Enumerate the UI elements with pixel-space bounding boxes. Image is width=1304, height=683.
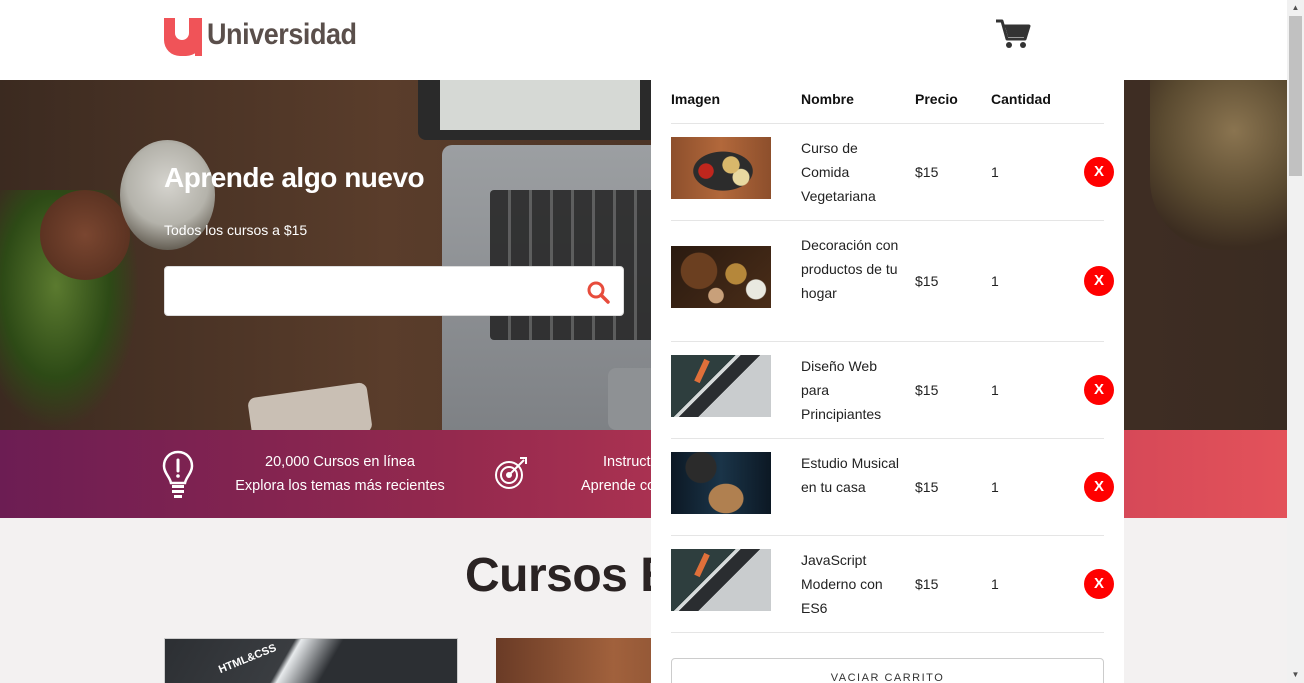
cart-item-quantity: 1 — [991, 382, 999, 398]
course-card-image[interactable]: HTML&CSS — [164, 638, 458, 683]
cart-item-image — [671, 355, 771, 417]
cart-item-name: Curso de Comida Vegetariana — [801, 140, 876, 204]
feature-courses-title: 20,000 Cursos en línea — [265, 454, 415, 470]
shopping-cart-icon[interactable] — [995, 18, 1031, 50]
logo-mark-icon — [164, 18, 202, 56]
cart-item-name: Decoración con productos de tu hogar — [801, 237, 899, 301]
cart-header-name: Nombre — [801, 91, 854, 107]
target-icon — [495, 457, 527, 489]
logo-text: Universidad — [207, 18, 357, 51]
feature-instructors-text: Aprende co — [581, 478, 656, 494]
cart-item-quantity: 1 — [991, 273, 999, 289]
book-decoration — [247, 381, 373, 430]
divider — [671, 220, 1104, 221]
cart-item-price: $15 — [915, 576, 939, 592]
cart-item-image — [671, 549, 771, 611]
cart-item-image — [671, 452, 771, 514]
scrollbar-thumb[interactable] — [1289, 16, 1302, 176]
cart-item-name: JavaScript Moderno con ES6 — [801, 552, 883, 616]
remove-item-button[interactable]: X — [1084, 266, 1114, 296]
search-box — [164, 266, 624, 316]
remove-item-button[interactable]: X — [1084, 569, 1114, 599]
site-header: Universidad — [0, 0, 1287, 80]
keyboard-decoration — [490, 190, 660, 340]
course-card-badge: HTML&CSS — [216, 641, 279, 677]
lightbulb-icon — [162, 450, 194, 498]
logo[interactable]: Universidad — [164, 18, 373, 58]
hero-title: Aprende algo nuevo — [164, 162, 425, 193]
remove-item-button[interactable]: X — [1084, 472, 1114, 502]
cart-item-quantity: 1 — [991, 479, 999, 495]
cart-header-quantity: Cantidad — [991, 91, 1051, 107]
cart-item-price: $15 — [915, 164, 939, 180]
pot-decoration — [40, 190, 130, 280]
cart-item-price: $15 — [915, 479, 939, 495]
scroll-up-icon[interactable]: ▲ — [1287, 0, 1304, 16]
divider — [671, 341, 1104, 342]
divider — [671, 535, 1104, 536]
cart-item-price: $15 — [915, 273, 939, 289]
mug-decoration — [1150, 80, 1287, 250]
search-input[interactable] — [165, 267, 565, 315]
divider — [671, 438, 1104, 439]
cart-item-name: Diseño Web para Principiantes — [801, 358, 882, 422]
page: Universidad Aprende algo nuevo Todos los… — [0, 0, 1304, 683]
cart-dropdown: Imagen Nombre Precio Cantidad Curso de C… — [651, 80, 1124, 683]
hero-subtitle: Todos los cursos a $15 — [164, 222, 308, 238]
cart-item-quantity: 1 — [991, 576, 999, 592]
cart-item-quantity: 1 — [991, 164, 999, 180]
empty-cart-button[interactable]: VACIAR CARRITO — [671, 658, 1104, 683]
cart-item-price: $15 — [915, 382, 939, 398]
cart-item-name: Estudio Musical en tu casa — [801, 455, 900, 495]
feature-courses-text: Explora los temas más recientes — [235, 478, 445, 494]
feature-instructors-title: Instruct — [603, 454, 651, 470]
cart-header-image: Imagen — [671, 91, 721, 107]
laptop-screen-decoration — [418, 80, 658, 140]
scroll-down-icon[interactable]: ▼ — [1287, 667, 1304, 683]
search-icon[interactable] — [586, 280, 610, 304]
divider — [671, 123, 1104, 124]
cart-item-image — [671, 137, 771, 199]
remove-item-button[interactable]: X — [1084, 375, 1114, 405]
feature-instructors: Instruct Aprende co — [578, 450, 658, 498]
divider — [671, 632, 1104, 633]
cart-item-image — [671, 246, 771, 308]
cart-header-price: Precio — [915, 91, 958, 107]
remove-item-button[interactable]: X — [1084, 157, 1114, 187]
feature-courses: 20,000 Cursos en línea Explora los temas… — [220, 450, 460, 498]
section-title: Cursos E — [465, 549, 672, 602]
